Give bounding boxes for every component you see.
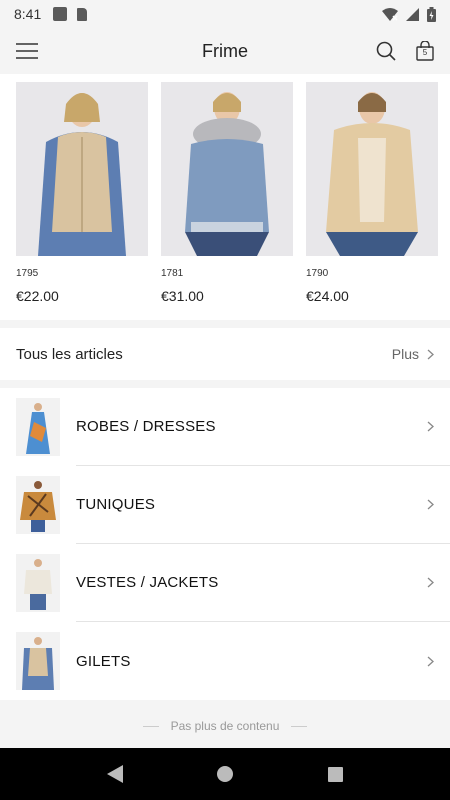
cart-button[interactable]: 5	[416, 40, 434, 61]
category-label: TUNIQUES	[76, 496, 156, 513]
category-item[interactable]: ROBES / DRESSES	[0, 388, 450, 466]
product-price: €24.00	[306, 288, 349, 304]
product-code: 1781	[161, 268, 184, 279]
back-icon[interactable]	[107, 765, 124, 783]
chevron-right-icon	[427, 421, 434, 432]
status-time: 8:41	[14, 6, 42, 22]
category-thumbnail	[16, 476, 60, 534]
notification-icon	[53, 7, 68, 21]
category-list: ROBES / DRESSES TUNIQUES VESTES / JACKET…	[0, 388, 450, 700]
chevron-right-icon	[427, 499, 434, 510]
end-of-content: Pas plus de contenu	[0, 700, 450, 752]
category-label: GILETS	[76, 652, 131, 670]
section-divider	[0, 320, 450, 328]
product-card[interactable]: 1790 €24.00	[306, 82, 438, 320]
product-image	[16, 82, 148, 256]
category-label: VESTES / JACKETS	[76, 574, 219, 591]
chevron-right-icon	[427, 656, 434, 666]
product-code: 1790	[306, 268, 329, 279]
category-thumbnail	[16, 554, 60, 612]
signal-icon	[406, 7, 419, 21]
cart-count-badge: 5	[422, 48, 428, 57]
all-articles-label: Tous les articles	[16, 345, 123, 363]
home-icon[interactable]	[217, 766, 234, 782]
system-nav-bar	[0, 748, 450, 800]
wifi-icon	[382, 7, 398, 21]
divider-line	[291, 725, 308, 727]
menu-icon[interactable]	[16, 43, 38, 59]
product-card[interactable]: 1795 €22.00	[16, 82, 148, 320]
product-image	[161, 82, 293, 256]
category-label: ROBES / DRESSES	[76, 418, 216, 435]
product-price: €22.00	[16, 288, 59, 304]
section-divider	[0, 380, 450, 388]
category-thumbnail	[16, 398, 60, 456]
product-carousel: 1795 €22.00 1781 €31.00 1790 €24.00	[0, 74, 450, 320]
end-of-content-label: Pas plus de contenu	[170, 719, 280, 733]
product-image	[306, 82, 438, 256]
recents-icon[interactable]	[327, 766, 343, 782]
product-card[interactable]: 1781 €31.00	[161, 82, 293, 320]
more-link[interactable]: Plus	[392, 346, 434, 362]
category-item[interactable]: TUNIQUES	[0, 466, 450, 544]
product-price: €31.00	[161, 288, 204, 304]
product-code: 1795	[16, 268, 39, 279]
category-thumbnail	[16, 632, 60, 690]
search-icon[interactable]	[376, 41, 396, 61]
category-item[interactable]: GILETS	[0, 622, 450, 700]
app-bar: Frime 5	[0, 28, 450, 74]
chevron-right-icon	[427, 349, 434, 359]
sd-card-icon	[77, 7, 88, 21]
all-articles-row[interactable]: Tous les articles Plus	[0, 328, 450, 380]
battery-icon	[427, 6, 436, 22]
more-label: Plus	[391, 346, 419, 362]
chevron-right-icon	[427, 577, 434, 588]
category-item[interactable]: VESTES / JACKETS	[0, 544, 450, 622]
divider-line	[142, 725, 159, 727]
status-bar: 8:41	[0, 0, 450, 28]
